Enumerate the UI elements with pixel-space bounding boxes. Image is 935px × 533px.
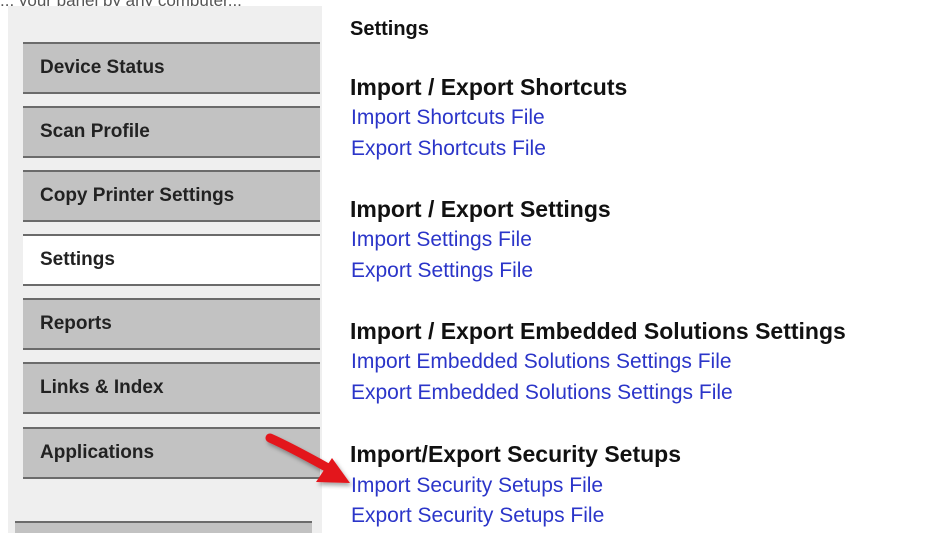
sidebar-item-label: Settings [40, 249, 115, 270]
import-security-setups-link[interactable]: Import Security Setups File [351, 474, 603, 498]
sidebar-item-label: Device Status [40, 57, 165, 78]
export-embedded-solutions-link[interactable]: Export Embedded Solutions Settings File [351, 381, 733, 405]
export-settings-link[interactable]: Export Settings File [351, 259, 533, 283]
section-title-embedded-solutions: Import / Export Embedded Solutions Setti… [350, 318, 846, 344]
sidebar-item-links-index[interactable]: Links & Index [23, 362, 320, 414]
import-embedded-solutions-link[interactable]: Import Embedded Solutions Settings File [351, 350, 732, 374]
section-title-settings: Import / Export Settings [350, 196, 611, 222]
import-shortcuts-link[interactable]: Import Shortcuts File [351, 106, 545, 130]
sidebar-item-label: Reports [40, 313, 112, 334]
section-title-security-setups: Import/Export Security Setups [350, 441, 682, 467]
page: ... your panel by any computer... Device… [0, 0, 935, 533]
section-title-shortcuts: Import / Export Shortcuts [350, 74, 628, 100]
sidebar-item-label: Links & Index [40, 377, 164, 398]
red-arrow-icon [265, 433, 350, 483]
export-shortcuts-link[interactable]: Export Shortcuts File [351, 137, 546, 161]
sidebar-item-device-status[interactable]: Device Status [23, 42, 320, 94]
sidebar-item-label: Applications [40, 442, 155, 463]
sidebar-item-scan-profile[interactable]: Scan Profile [23, 106, 320, 158]
sidebar-item-label: Scan Profile [40, 121, 150, 142]
page-title: Settings [350, 18, 429, 40]
import-settings-link[interactable]: Import Settings File [351, 228, 532, 252]
sidebar-item-label: Copy Printer Settings [40, 185, 235, 206]
sidebar-item-settings[interactable]: Settings [23, 234, 320, 286]
export-security-setups-link[interactable]: Export Security Setups File [351, 504, 604, 528]
sidebar-item-reports[interactable]: Reports [23, 298, 320, 350]
sidebar-item-partial[interactable] [15, 521, 312, 533]
sidebar-item-copy-printer-settings[interactable]: Copy Printer Settings [23, 170, 320, 222]
